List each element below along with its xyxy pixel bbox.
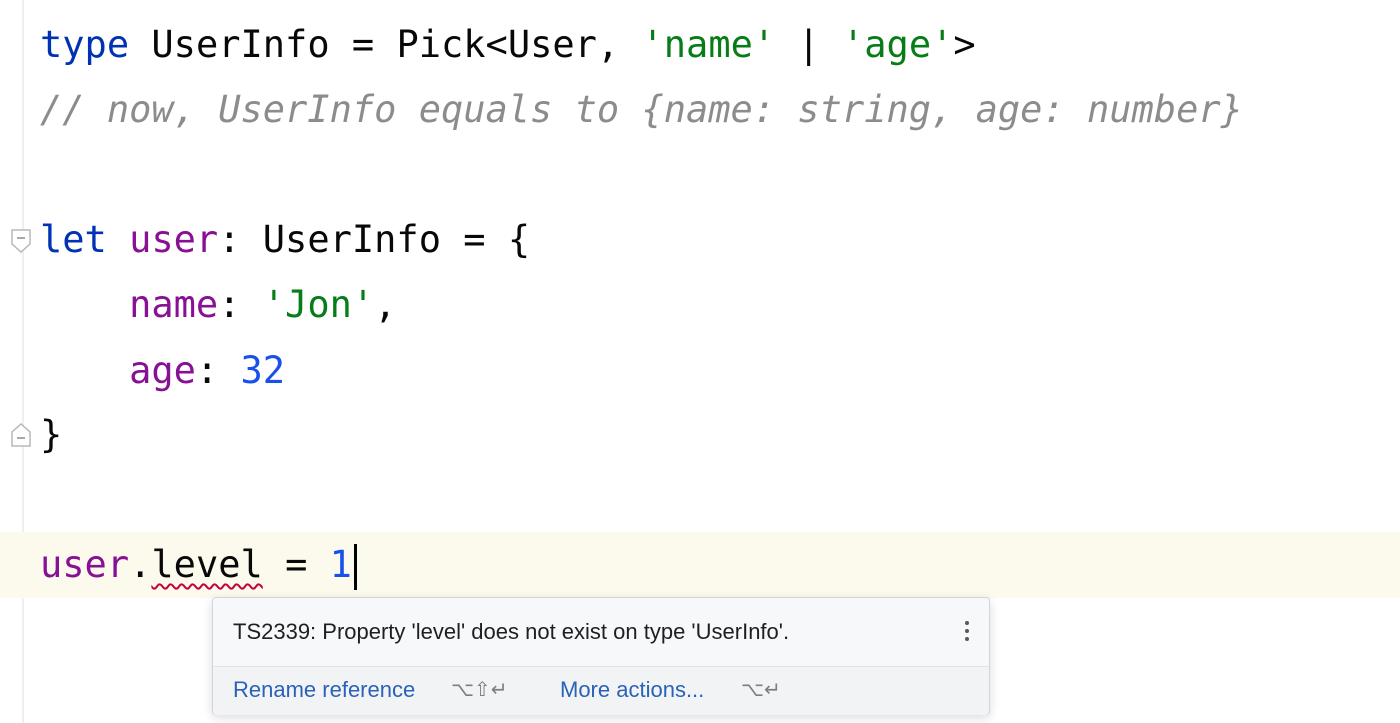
member-dot: . — [129, 543, 152, 586]
string-literal-name: 'name' — [641, 23, 776, 66]
fold-end-icon[interactable] — [11, 423, 31, 447]
code-line-5[interactable]: age: 32 — [40, 338, 285, 404]
assign-operator: = — [463, 218, 486, 261]
code-comment: // now, UserInfo equals to {name: string… — [40, 88, 1243, 131]
variable-user: user — [40, 543, 130, 586]
assign-operator: = — [285, 543, 308, 586]
fold-start-icon[interactable] — [11, 229, 31, 253]
type-colon: : — [218, 218, 241, 261]
gutter-divider — [22, 0, 24, 723]
generic-close: > — [953, 23, 976, 66]
text-caret — [353, 543, 357, 590]
string-literal-age: 'age' — [842, 23, 954, 66]
error-property-level[interactable]: level — [151, 543, 262, 586]
error-tooltip: TS2339: Property 'level' does not exist … — [212, 597, 990, 715]
comma: , — [374, 283, 397, 326]
keyword-let: let — [40, 218, 107, 261]
string-value-jon: 'Jon' — [262, 283, 375, 326]
number-value-level: 1 — [329, 543, 352, 586]
error-message: TS2339: Property 'level' does not exist … — [233, 619, 790, 644]
variable-user: user — [129, 218, 219, 261]
rename-reference-shortcut: ⌥⇧↵ — [451, 679, 508, 701]
keyword-type: type — [40, 23, 130, 66]
type-alias-name: UserInfo — [151, 23, 330, 66]
union-pipe: | — [797, 23, 820, 66]
more-actions-link[interactable]: More actions... — [560, 667, 704, 715]
property-name: name — [129, 283, 219, 326]
code-line-1[interactable]: type UserInfo = Pick<User, 'name' | 'age… — [40, 12, 976, 78]
property-colon: : — [218, 283, 241, 326]
code-line-2[interactable]: // now, UserInfo equals to {name: string… — [40, 77, 1243, 143]
more-actions-shortcut: ⌥↵ — [741, 679, 781, 701]
code-line-3[interactable]: let user: UserInfo = { — [40, 207, 530, 273]
code-line-6[interactable]: } — [40, 402, 62, 468]
property-colon: : — [195, 349, 219, 392]
property-age: age — [129, 349, 196, 392]
equals-operator: = — [351, 23, 375, 66]
code-line-4[interactable]: name: 'Jon', — [40, 272, 396, 338]
type-annotation: UserInfo — [262, 218, 441, 261]
rename-reference-link[interactable]: Rename reference — [233, 667, 415, 715]
number-value-age: 32 — [240, 349, 286, 392]
pick-generic: Pick<User, — [396, 23, 620, 66]
tooltip-actions-bar: Rename reference ⌥⇧↵ More actions... ⌥↵ — [213, 666, 989, 715]
close-brace: } — [40, 413, 63, 456]
code-editor[interactable]: type UserInfo = Pick<User, 'name' | 'age… — [0, 0, 1400, 723]
open-brace: { — [507, 218, 531, 261]
code-line-7[interactable]: user.level = 1 — [40, 532, 357, 598]
more-options-icon[interactable] — [959, 616, 975, 646]
